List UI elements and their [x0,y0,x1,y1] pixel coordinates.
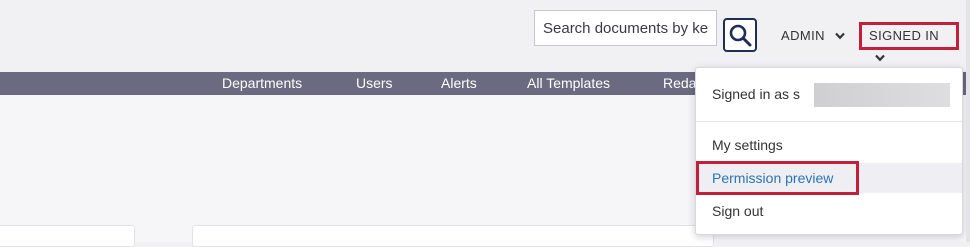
chevron-down-icon [835,32,845,39]
search-button[interactable] [723,18,757,52]
signed-in-menu[interactable]: SIGNED IN [859,22,959,61]
signed-in-dropdown: Signed in as s My settings Permission pr… [695,67,963,235]
admin-menu[interactable]: ADMIN [781,22,845,50]
content-card [192,225,714,247]
menu-item-my-settings[interactable]: My settings [696,130,962,160]
redacted-username [814,83,950,107]
nav-all-templates[interactable]: All Templates [527,72,610,95]
nav-departments[interactable]: Departments [222,72,302,95]
search-input[interactable] [534,10,717,46]
nav-alerts[interactable]: Alerts [441,72,477,95]
divider [696,121,962,122]
admin-menu-label: ADMIN [781,28,825,43]
scrollbar[interactable] [966,0,970,242]
content-card [0,225,135,247]
menu-item-permission-preview[interactable]: Permission preview [696,163,962,193]
header-bar: ADMIN SIGNED IN [0,0,970,72]
chevron-down-icon [875,54,885,61]
nav-users[interactable]: Users [356,72,393,95]
menu-item-sign-out[interactable]: Sign out [696,196,962,226]
signed-in-menu-label: SIGNED IN [869,28,940,43]
search-icon [729,24,752,47]
signed-in-as-text: Signed in as s [712,86,800,102]
permission-preview-label: Permission preview [712,170,834,186]
